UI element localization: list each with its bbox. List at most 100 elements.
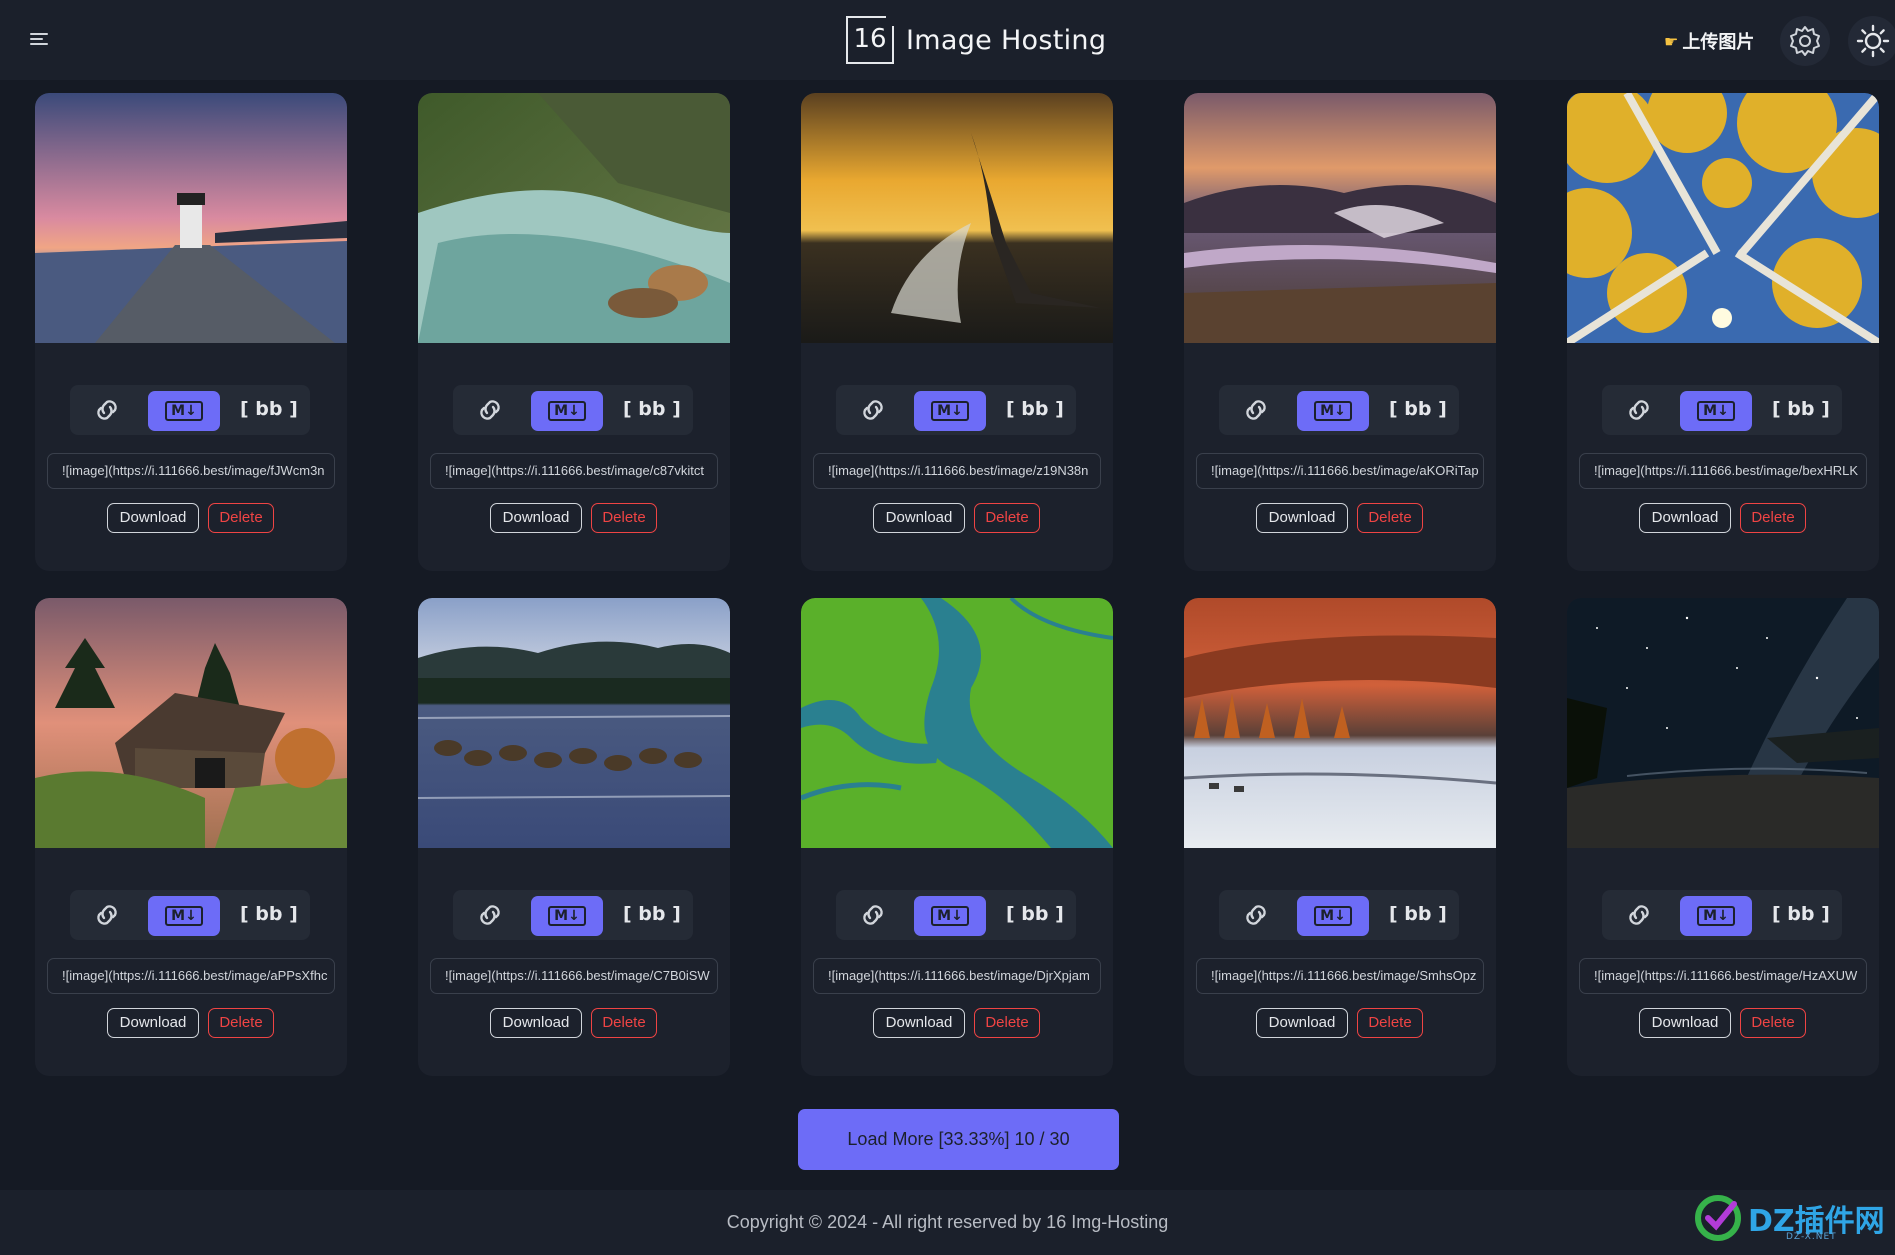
image-thumbnail[interactable]: [1567, 598, 1879, 848]
image-url-field[interactable]: ![image](https://i.111666.best/image/aKO…: [1196, 453, 1484, 489]
download-button[interactable]: Download: [1256, 1008, 1348, 1038]
copy-bbcode-button[interactable]: [ bb ]: [1772, 398, 1830, 420]
copy-link-button[interactable]: [1239, 397, 1273, 423]
delete-button[interactable]: Delete: [1357, 503, 1423, 533]
copy-link-button[interactable]: [90, 902, 124, 928]
download-button[interactable]: Download: [107, 1008, 199, 1038]
copy-markdown-button[interactable]: M↓: [914, 391, 986, 431]
pointing-hand-icon: ☛: [1664, 31, 1679, 51]
download-button[interactable]: Download: [490, 503, 582, 533]
image-thumbnail[interactable]: [1184, 598, 1496, 848]
link-format-toolbar: M↓ [ bb ]: [1219, 385, 1459, 435]
image-thumbnail[interactable]: [418, 598, 730, 848]
copy-markdown-button[interactable]: M↓: [531, 896, 603, 936]
hamburger-menu-icon[interactable]: [28, 30, 52, 48]
image-thumbnail[interactable]: [801, 598, 1113, 848]
delete-button[interactable]: Delete: [591, 1008, 657, 1038]
copy-markdown-button[interactable]: M↓: [531, 391, 603, 431]
copy-bbcode-button[interactable]: [ bb ]: [240, 398, 298, 420]
watermark-logo: DZ插件网 DZ-X.NET: [1692, 1188, 1892, 1248]
theme-toggle-button[interactable]: [1848, 16, 1895, 66]
brand[interactable]: 16 Image Hosting: [846, 16, 1106, 64]
delete-button[interactable]: Delete: [208, 1008, 274, 1038]
copy-bbcode-button[interactable]: [ bb ]: [623, 903, 681, 925]
link-icon: [1246, 905, 1266, 925]
copy-bbcode-button[interactable]: [ bb ]: [1389, 903, 1447, 925]
copy-bbcode-button[interactable]: [ bb ]: [240, 903, 298, 925]
copy-link-button[interactable]: [1622, 397, 1656, 423]
download-button[interactable]: Download: [873, 1008, 965, 1038]
copy-link-button[interactable]: [90, 397, 124, 423]
image-thumbnail[interactable]: [35, 598, 347, 848]
image-url-field[interactable]: ![image](https://i.111666.best/image/fJW…: [47, 453, 335, 489]
image-url-field[interactable]: ![image](https://i.111666.best/image/HzA…: [1579, 958, 1867, 994]
delete-button[interactable]: Delete: [591, 503, 657, 533]
link-icon: [1246, 400, 1266, 420]
image-thumbnail[interactable]: [801, 93, 1113, 343]
copy-markdown-button[interactable]: M↓: [148, 896, 220, 936]
link-icon: [97, 400, 117, 420]
copy-link-button[interactable]: [856, 397, 890, 423]
image-url-field[interactable]: ![image](https://i.111666.best/image/C7B…: [430, 958, 718, 994]
markdown-icon: M↓: [1697, 401, 1735, 421]
link-format-toolbar: M↓ [ bb ]: [70, 385, 310, 435]
link-icon: [1629, 905, 1649, 925]
image-url-field[interactable]: ![image](https://i.111666.best/image/Smh…: [1196, 958, 1484, 994]
markdown-icon: M↓: [548, 401, 586, 421]
image-card: M↓ [ bb ] ![image](https://i.111666.best…: [1184, 598, 1496, 1076]
copy-markdown-button[interactable]: M↓: [1680, 896, 1752, 936]
gear-icon: [1790, 26, 1820, 56]
download-button[interactable]: Download: [873, 503, 965, 533]
copy-bbcode-button[interactable]: [ bb ]: [1006, 398, 1064, 420]
upload-image-button[interactable]: ☛ 上传图片: [1664, 28, 1754, 54]
link-icon: [97, 905, 117, 925]
copy-markdown-button[interactable]: M↓: [1297, 896, 1369, 936]
copy-bbcode-button[interactable]: [ bb ]: [1389, 398, 1447, 420]
image-card: M↓ [ bb ] ![image](https://i.111666.best…: [801, 598, 1113, 1076]
download-button[interactable]: Download: [1256, 503, 1348, 533]
image-card: M↓ [ bb ] ![image](https://i.111666.best…: [35, 93, 347, 571]
link-icon: [863, 400, 883, 420]
copy-markdown-button[interactable]: M↓: [148, 391, 220, 431]
copy-markdown-button[interactable]: M↓: [914, 896, 986, 936]
watermark-subtext: DZ-X.NET: [1786, 1232, 1837, 1242]
copy-bbcode-button[interactable]: [ bb ]: [623, 398, 681, 420]
image-url-field[interactable]: ![image](https://i.111666.best/image/Djr…: [813, 958, 1101, 994]
image-thumbnail[interactable]: [1567, 93, 1879, 343]
copy-markdown-button[interactable]: M↓: [1680, 391, 1752, 431]
markdown-icon: M↓: [931, 401, 969, 421]
download-button[interactable]: Download: [1639, 503, 1731, 533]
image-thumbnail[interactable]: [418, 93, 730, 343]
sun-icon: [1856, 24, 1890, 58]
download-button[interactable]: Download: [1639, 1008, 1731, 1038]
copy-link-button[interactable]: [1239, 902, 1273, 928]
image-url-field[interactable]: ![image](https://i.111666.best/image/z19…: [813, 453, 1101, 489]
delete-button[interactable]: Delete: [1357, 1008, 1423, 1038]
copy-link-button[interactable]: [1622, 902, 1656, 928]
delete-button[interactable]: Delete: [974, 503, 1040, 533]
delete-button[interactable]: Delete: [1740, 503, 1806, 533]
copy-link-button[interactable]: [856, 902, 890, 928]
image-url-field[interactable]: ![image](https://i.111666.best/image/c87…: [430, 453, 718, 489]
markdown-icon: M↓: [1697, 906, 1735, 926]
image-card: M↓ [ bb ] ![image](https://i.111666.best…: [35, 598, 347, 1076]
image-thumbnail[interactable]: [1184, 93, 1496, 343]
copy-link-button[interactable]: [473, 397, 507, 423]
link-format-toolbar: M↓ [ bb ]: [1602, 890, 1842, 940]
image-thumbnail[interactable]: [35, 93, 347, 343]
image-url-field[interactable]: ![image](https://i.111666.best/image/bex…: [1579, 453, 1867, 489]
download-button[interactable]: Download: [107, 503, 199, 533]
markdown-icon: M↓: [931, 906, 969, 926]
settings-button[interactable]: [1780, 16, 1830, 66]
load-more-button[interactable]: Load More [33.33%] 10 / 30: [798, 1109, 1119, 1170]
delete-button[interactable]: Delete: [208, 503, 274, 533]
copy-bbcode-button[interactable]: [ bb ]: [1006, 903, 1064, 925]
download-button[interactable]: Download: [490, 1008, 582, 1038]
link-icon: [480, 400, 500, 420]
copy-link-button[interactable]: [473, 902, 507, 928]
image-url-field[interactable]: ![image](https://i.111666.best/image/aPP…: [47, 958, 335, 994]
copy-bbcode-button[interactable]: [ bb ]: [1772, 903, 1830, 925]
copy-markdown-button[interactable]: M↓: [1297, 391, 1369, 431]
delete-button[interactable]: Delete: [974, 1008, 1040, 1038]
delete-button[interactable]: Delete: [1740, 1008, 1806, 1038]
